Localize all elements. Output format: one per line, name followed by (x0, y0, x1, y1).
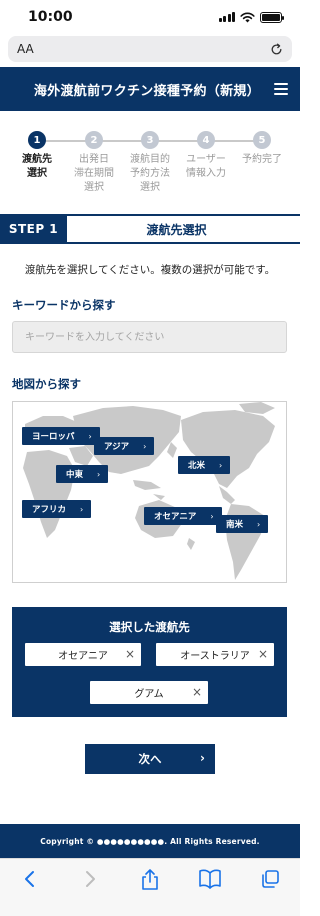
chip-label: オーストラリア (180, 651, 250, 662)
chip-label: グアム (134, 689, 164, 700)
region-button-africa[interactable]: アフリカ › (22, 500, 92, 518)
chevron-right-icon: › (219, 460, 223, 470)
text-size-button[interactable]: AA (17, 42, 34, 56)
step-5: 5 予約完了 (232, 130, 292, 167)
step-number: 2 (85, 131, 103, 149)
selected-chip-guam: グアム × (90, 681, 208, 704)
page-title: 海外渡航前ワクチン接種予約（新規） (33, 83, 260, 99)
chevron-right-icon: › (88, 431, 92, 441)
chevron-right-icon: › (257, 519, 261, 529)
status-bar: 10:00 (0, 0, 300, 34)
region-label: アジア (104, 442, 130, 452)
region-label: オセアニア (154, 512, 197, 522)
step-label: 渡航目的 予約方法 選択 (130, 154, 170, 193)
selected-chip-oceania: オセアニア × (25, 643, 141, 666)
step-banner: STEP 1 渡航先選択 (0, 214, 300, 244)
region-label: 北米 (188, 461, 206, 471)
region-label: 南米 (226, 520, 244, 530)
chevron-right-icon: › (210, 511, 214, 521)
region-label: ヨーロッパ (32, 432, 75, 442)
cellular-signal-icon (218, 12, 235, 22)
next-button-label: 次へ (138, 752, 162, 766)
region-label: 中東 (66, 470, 84, 480)
remove-icon[interactable]: × (258, 647, 268, 661)
step-label: ユーザー 情報入力 (186, 154, 226, 179)
chevron-right-icon: › (80, 504, 84, 514)
step-label: 渡航先 選択 (22, 154, 52, 179)
region-button-asia[interactable]: アジア › (94, 437, 155, 455)
menu-icon[interactable] (274, 83, 288, 95)
battery-icon (260, 11, 284, 23)
next-button[interactable]: 次へ › (85, 744, 215, 774)
step-label: 出発日 滞在期間 選択 (74, 154, 114, 193)
step-number: 3 (141, 131, 159, 149)
region-button-middle-east[interactable]: 中東 › (56, 465, 109, 483)
selected-destinations-title: 選択した渡航先 (109, 620, 190, 634)
reload-icon[interactable] (270, 43, 283, 56)
step-2: 2 出発日 滞在期間 選択 (64, 130, 124, 195)
browser-address-area: AA (0, 34, 300, 66)
keyword-search-title: キーワードから探す (12, 298, 116, 312)
battery-level (262, 13, 280, 21)
status-time: 10:00 (28, 9, 73, 25)
region-button-south-america[interactable]: 南米 › (216, 515, 269, 533)
selected-destinations-panel: 選択した渡航先 オセアニア × オーストラリア × グアム × (12, 607, 287, 717)
step-badge: STEP 1 (0, 216, 67, 242)
chevron-right-icon: › (200, 751, 205, 765)
step-1: 1 渡航先 選択 (7, 130, 67, 181)
site-footer: Copyright © ●●●●●●●●●●. All Rights Reser… (0, 824, 300, 858)
status-icons (218, 11, 284, 23)
site-header: 海外渡航前ワクチン接種予約（新規） (0, 67, 300, 111)
world-map: ヨーロッパ › アジア › 中東 › 北米 › アフリカ › オセアニア › 南米 › (12, 401, 287, 583)
step-4: 4 ユーザー 情報入力 (176, 130, 236, 181)
keyword-search-input[interactable] (12, 321, 287, 353)
step-heading: 渡航先選択 (146, 222, 207, 237)
region-button-europe[interactable]: ヨーロッパ › (22, 427, 100, 445)
progress-stepper: 1 渡航先 選択 2 出発日 滞在期間 選択 3 渡航目的 予約方法 選択 4 … (0, 130, 300, 202)
remove-icon[interactable]: × (125, 647, 135, 661)
share-icon[interactable] (138, 869, 162, 893)
back-icon[interactable] (18, 869, 42, 893)
step-label: 予約完了 (242, 154, 282, 165)
step-number: 4 (197, 131, 215, 149)
browser-toolbar (0, 858, 300, 916)
forward-icon[interactable] (78, 869, 102, 893)
map-search-title: 地図から探す (12, 377, 81, 391)
copyright-text: Copyright © ●●●●●●●●●●. All Rights Reser… (40, 836, 260, 846)
chip-label: オセアニア (58, 651, 108, 662)
chevron-right-icon: › (97, 469, 101, 479)
step-number: 1 (28, 131, 46, 149)
step-number: 5 (253, 131, 271, 149)
tabs-icon[interactable] (258, 869, 282, 893)
step-3: 3 渡航目的 予約方法 選択 (120, 130, 180, 195)
address-bar[interactable]: AA (8, 36, 292, 62)
chevron-right-icon: › (143, 441, 147, 451)
region-button-oceania[interactable]: オセアニア › (144, 507, 222, 525)
selected-chip-australia: オーストラリア × (156, 643, 274, 666)
remove-icon[interactable]: × (192, 685, 202, 699)
instruction-text: 渡航先を選択してください。複数の選択が可能です。 (24, 264, 276, 276)
wifi-icon (240, 12, 255, 22)
region-label: アフリカ (32, 505, 67, 515)
bookmarks-icon[interactable] (198, 869, 222, 893)
region-button-north-america[interactable]: 北米 › (178, 456, 231, 474)
